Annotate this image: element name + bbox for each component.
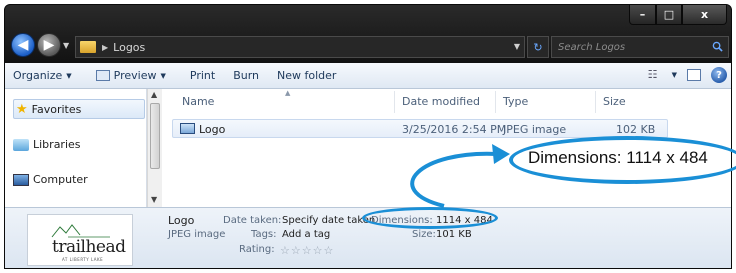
annotation-highlight-ellipse: [362, 207, 498, 229]
annotation-callout-text: Dimensions: 1114 x 484: [528, 148, 708, 167]
